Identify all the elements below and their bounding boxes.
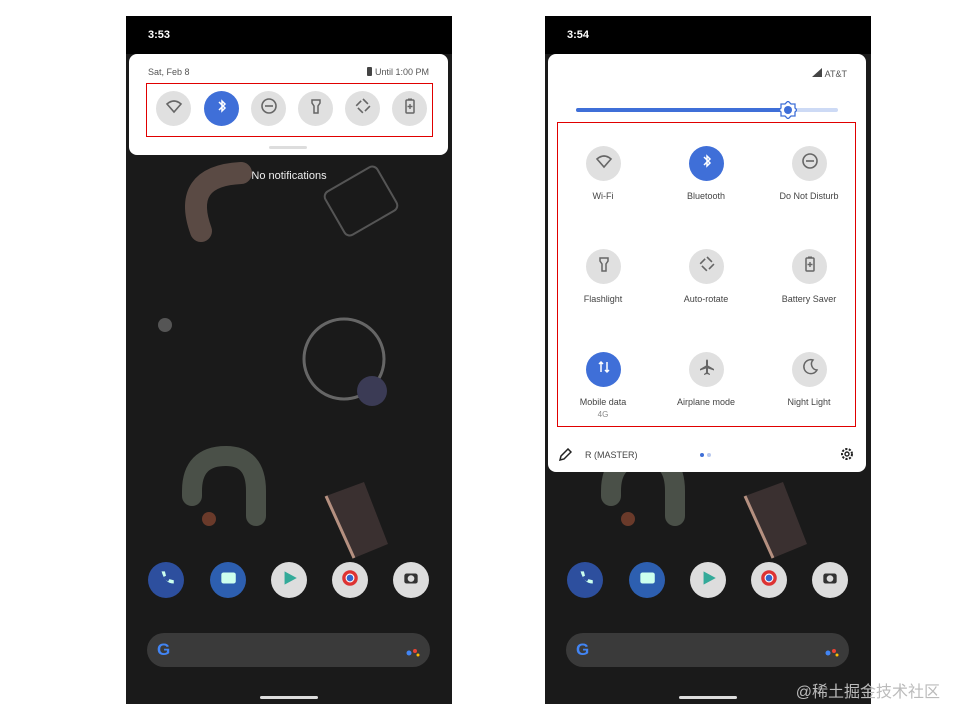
google-logo-icon: G [157, 640, 171, 659]
status-bar: 3:54 [545, 16, 871, 54]
left-phone-screen: G 3:53 No notifications Sat, Feb 8 Until 1:0… [126, 16, 452, 704]
chrome-icon [340, 568, 360, 593]
play-store-app[interactable] [690, 562, 726, 598]
camera-app[interactable] [393, 562, 429, 598]
camera-app[interactable] [812, 562, 848, 598]
brightness-thumb-icon[interactable] [778, 100, 799, 120]
battery-status: Until 1:00 PM [366, 67, 429, 77]
messages-app[interactable] [629, 562, 665, 598]
phone-icon [156, 568, 176, 593]
play-store-app[interactable] [271, 562, 307, 598]
chrome-icon [759, 568, 779, 593]
date: Sat, Feb 8 [148, 67, 190, 77]
play-store-icon [279, 568, 299, 593]
assistant-icon[interactable] [406, 645, 420, 657]
chrome-app[interactable] [332, 562, 368, 598]
phone-app[interactable] [148, 562, 184, 598]
status-time: 3:54 [567, 29, 590, 41]
battery-text: Until 1:00 PM [374, 67, 429, 77]
watermark: @稀土掘金技术社区 [795, 684, 940, 701]
camera-icon [820, 568, 840, 593]
signal-icon [811, 68, 822, 77]
brightness-fill [576, 108, 789, 112]
search-bar[interactable]: G [566, 633, 849, 667]
home-gesture-bar[interactable] [260, 696, 318, 699]
status-bar: 3:53 [126, 16, 452, 54]
battery-icon [366, 67, 372, 76]
carrier: AT&T [811, 68, 847, 79]
drag-handle[interactable] [269, 146, 307, 149]
phone-icon [575, 568, 595, 593]
status-time: 3:53 [148, 29, 171, 41]
quick-settings-header: Sat, Feb 8 Until 1:00 PM [129, 54, 448, 155]
phone-app[interactable] [567, 562, 603, 598]
search-bar[interactable]: G [147, 633, 430, 667]
play-store-icon [698, 568, 718, 593]
page-indicator-dot[interactable] [707, 453, 711, 457]
right-phone-screen: G 3:54 AT&T Wi-Fi Bluetooth Do Not Disturb Fla… [545, 16, 871, 704]
page-indicator-dot[interactable] [700, 453, 704, 457]
highlight-box [146, 83, 433, 137]
quick-settings-panel: AT&T Wi-Fi Bluetooth Do Not Disturb Flashlig… [548, 54, 866, 472]
messages-icon [637, 568, 657, 593]
carrier-name: AT&T [824, 69, 847, 79]
home-gesture-bar[interactable] [679, 696, 737, 699]
assistant-icon[interactable] [825, 645, 839, 657]
build-label: R (MASTER) [585, 450, 638, 460]
messages-app[interactable] [210, 562, 246, 598]
messages-icon [218, 568, 238, 593]
camera-icon [401, 568, 421, 593]
no-notifications-text: No notifications [251, 170, 327, 182]
edit-pencil-icon[interactable] [558, 447, 573, 466]
settings-gear-icon[interactable] [840, 447, 854, 466]
brightness-slider[interactable] [576, 100, 838, 120]
google-logo-icon: G [576, 640, 590, 659]
highlight-box [557, 122, 856, 427]
chrome-app[interactable] [751, 562, 787, 598]
